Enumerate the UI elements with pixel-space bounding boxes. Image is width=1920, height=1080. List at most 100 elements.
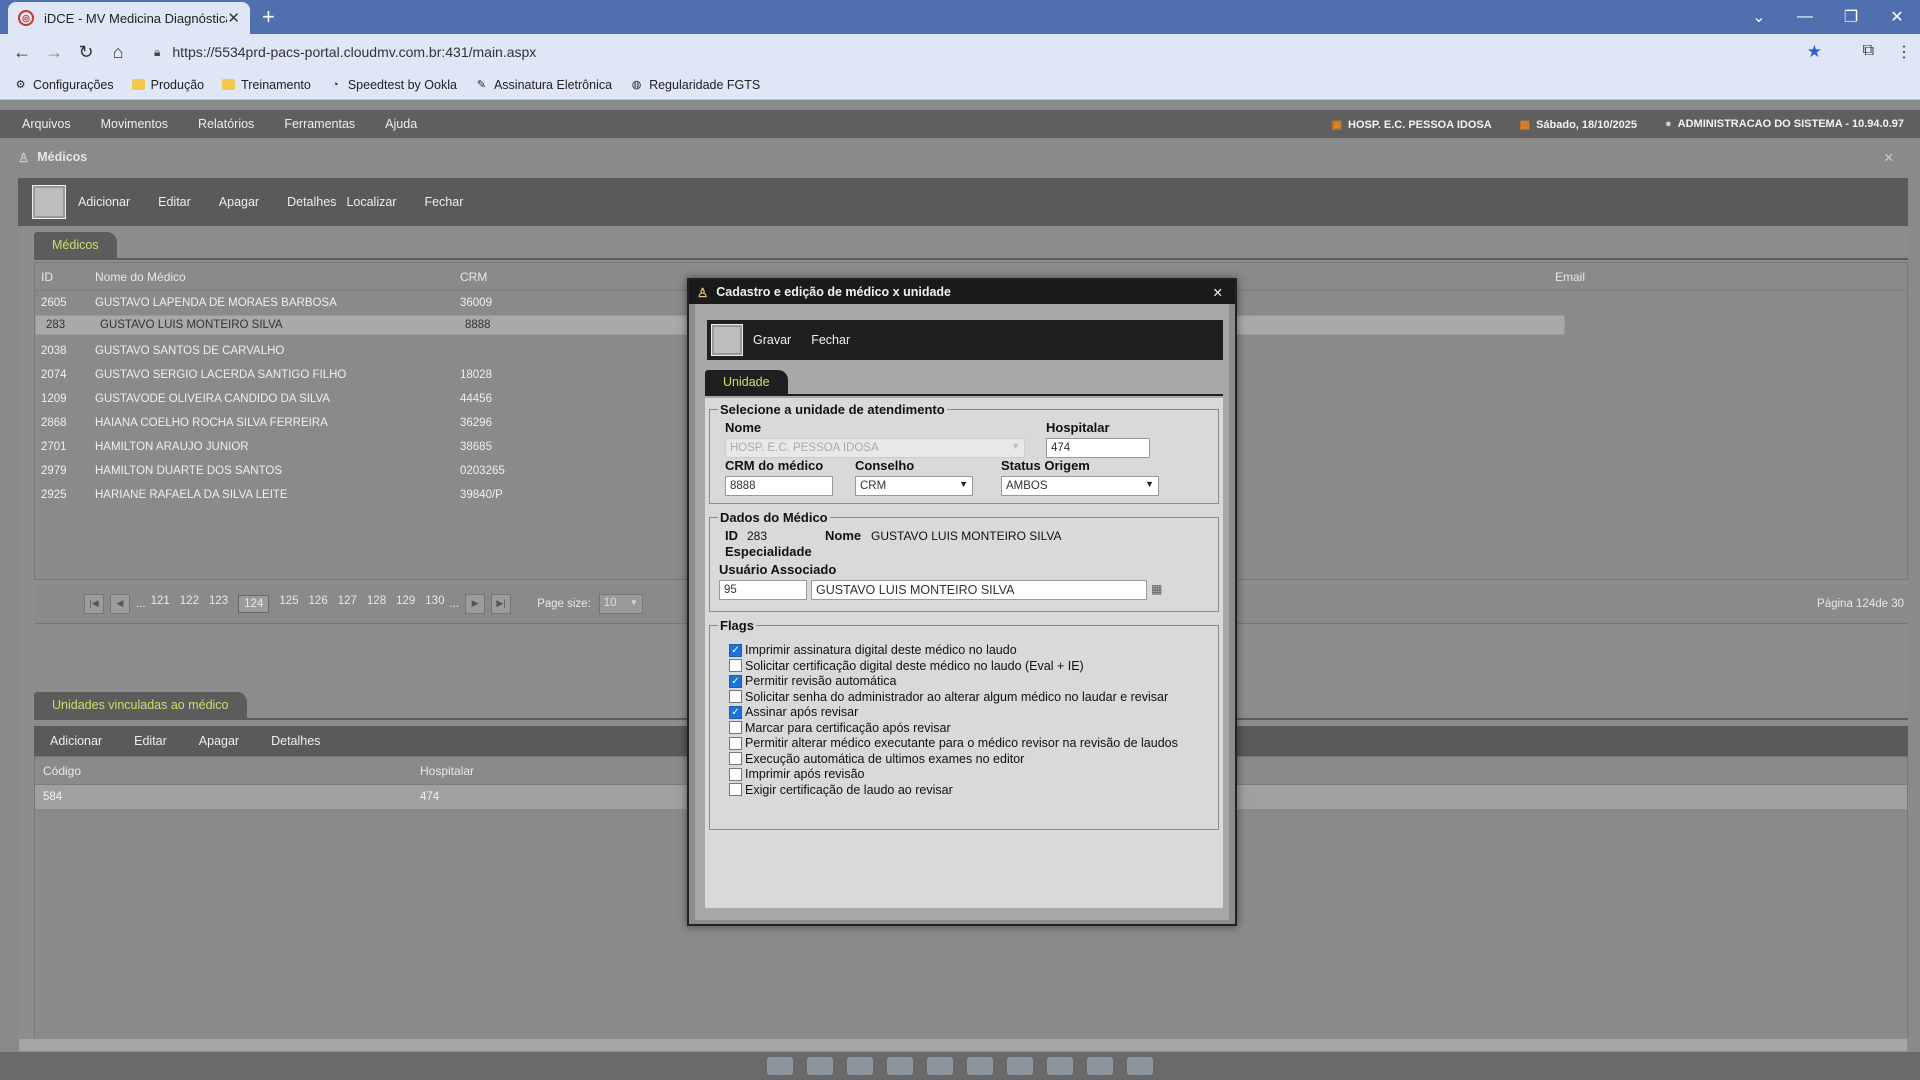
units-apagar-button[interactable]: Apagar xyxy=(199,734,239,748)
prev-page-button[interactable]: ◀ xyxy=(110,593,130,614)
units-editar-button[interactable]: Editar xyxy=(134,734,167,748)
page-link[interactable]: 121 xyxy=(151,595,170,613)
unidade-nome-select[interactable]: HOSP. E.C. PESSOA IDOSA ▼ xyxy=(725,438,1025,458)
taskbar-item[interactable] xyxy=(1007,1057,1033,1075)
tab-unidades[interactable]: Unidades vinculadas ao médico xyxy=(34,692,247,718)
bookmark-assinatura[interactable]: ✎ Assinatura Eletrônica xyxy=(475,78,612,92)
col-id[interactable]: ID xyxy=(35,270,95,284)
apagar-button[interactable]: Apagar xyxy=(219,195,259,209)
taskbar-item[interactable] xyxy=(887,1057,913,1075)
folder-icon xyxy=(222,79,236,90)
menu-movimentos[interactable]: Movimentos xyxy=(101,117,168,131)
next-page-button[interactable]: ▶ xyxy=(465,593,486,614)
flag-checkbox-row[interactable]: Exigir certificação de laudo ao revisar xyxy=(729,781,953,799)
home-icon[interactable]: ⌂ xyxy=(102,42,134,63)
taskbar-item[interactable] xyxy=(967,1057,993,1075)
checkbox[interactable] xyxy=(729,736,742,750)
checkbox[interactable] xyxy=(729,783,742,796)
status-origem-select[interactable]: AMBOS ▼ xyxy=(1001,476,1159,496)
checkbox[interactable] xyxy=(729,690,742,703)
last-page-button[interactable]: ▶| xyxy=(491,593,512,614)
menu-ajuda[interactable]: Ajuda xyxy=(385,117,417,131)
menu-ferramentas[interactable]: Ferramentas xyxy=(284,117,355,131)
page-link[interactable]: 128 xyxy=(367,595,386,613)
page-link[interactable]: 124 xyxy=(238,594,270,613)
medicos-toolbar: Adicionar Editar Apagar Detalhes Localiz… xyxy=(18,178,1908,226)
menu-arquivos[interactable]: Arquivos xyxy=(22,117,71,131)
flag-label: Exigir certificação de laudo ao revisar xyxy=(745,782,953,797)
checkbox[interactable]: ✓ xyxy=(729,643,742,657)
page-links: 121 122 123 124 125 126 127 128 129 130 xyxy=(146,594,450,613)
usuario-nome-field[interactable] xyxy=(811,580,1147,600)
taskbar-item[interactable] xyxy=(927,1057,953,1075)
first-page-button[interactable]: |◀ xyxy=(84,593,104,614)
horizontal-scrollbar[interactable] xyxy=(18,1038,1908,1052)
table-cell: 2605 xyxy=(41,297,67,309)
bookmark-configuracoes[interactable]: ⚙ Configurações xyxy=(14,78,114,92)
detalhes-button[interactable]: Detalhes xyxy=(287,195,336,209)
page-link[interactable]: 130 xyxy=(425,595,444,613)
page-link[interactable]: 127 xyxy=(338,595,357,613)
restore-icon[interactable]: ❐ xyxy=(1828,7,1874,27)
col-email[interactable]: Email xyxy=(1555,270,1907,284)
localizar-button[interactable]: Localizar xyxy=(346,195,396,209)
page-link[interactable]: 126 xyxy=(309,595,328,613)
extensions-icon[interactable]: ⧉ xyxy=(1863,42,1874,62)
crm-field[interactable] xyxy=(725,476,833,496)
conselho-select[interactable]: CRM ▼ xyxy=(855,476,973,496)
reload-icon[interactable]: ↻ xyxy=(70,42,102,63)
page-link[interactable]: 123 xyxy=(209,595,228,613)
checkbox[interactable]: ✓ xyxy=(729,705,742,719)
col-hospitalar[interactable]: Hospitalar xyxy=(420,764,474,778)
units-adicionar-button[interactable]: Adicionar xyxy=(50,734,102,748)
taskbar-item[interactable] xyxy=(767,1057,793,1075)
url-field[interactable]: 🔒︎ https://5534prd-pacs-portal.cloudmv.c… xyxy=(144,38,1834,66)
tab-unidade[interactable]: Unidade xyxy=(705,370,788,394)
browser-tab[interactable]: ◎ iDCE - MV Medicina Diagnóstica ✕ xyxy=(8,2,250,34)
tab-search-icon[interactable]: ⌄ xyxy=(1736,7,1782,27)
bookmark-producao[interactable]: Produção xyxy=(131,78,204,92)
lookup-icon[interactable]: ▦ xyxy=(1151,582,1162,596)
checkbox[interactable] xyxy=(729,721,742,734)
minimize-icon[interactable]: — xyxy=(1782,8,1828,26)
taskbar-item[interactable] xyxy=(1087,1057,1113,1075)
browser-menu-icon[interactable]: ⋮ xyxy=(1896,42,1912,62)
bookmark-treinamento[interactable]: Treinamento xyxy=(222,78,311,92)
close-tab-icon[interactable]: ✕ xyxy=(227,9,240,27)
hospitalar-field[interactable] xyxy=(1046,438,1150,458)
dialog-fechar-button[interactable]: Fechar xyxy=(811,333,850,347)
adicionar-button[interactable]: Adicionar xyxy=(78,195,130,209)
gravar-button[interactable]: Gravar xyxy=(753,333,791,347)
new-tab-icon[interactable]: + xyxy=(262,4,275,30)
forward-icon[interactable]: → xyxy=(38,42,70,63)
taskbar-item[interactable] xyxy=(1047,1057,1073,1075)
bookmark-star-icon[interactable]: ★ xyxy=(1807,42,1822,62)
page-link[interactable]: 125 xyxy=(279,595,298,613)
back-icon[interactable]: ← xyxy=(6,42,38,63)
fechar-button[interactable]: Fechar xyxy=(424,195,463,209)
checkbox[interactable]: ✓ xyxy=(729,674,742,688)
close-window-icon[interactable]: ✕ xyxy=(1874,7,1920,27)
bookmark-fgts[interactable]: ◍ Regularidade FGTS xyxy=(630,78,760,92)
checkbox[interactable] xyxy=(729,659,742,672)
menu-relatorios[interactable]: Relatórios xyxy=(198,117,254,131)
checkbox[interactable] xyxy=(729,752,742,765)
tab-medicos[interactable]: Médicos xyxy=(34,232,117,258)
taskbar-item[interactable] xyxy=(1127,1057,1153,1075)
close-window-icon[interactable]: ✕ xyxy=(1884,150,1894,165)
editar-button[interactable]: Editar xyxy=(158,195,191,209)
taskbar-item[interactable] xyxy=(807,1057,833,1075)
id-value: 283 xyxy=(747,529,768,543)
page-link[interactable]: 129 xyxy=(396,595,415,613)
bookmark-speedtest[interactable]: ◔ Speedtest by Ookla xyxy=(329,78,457,92)
col-nome[interactable]: Nome do Médico xyxy=(95,270,460,284)
dialog-close-icon[interactable]: ✕ xyxy=(1213,285,1223,300)
page-size-select[interactable]: 10 ▼ xyxy=(598,593,643,614)
usuario-id-field[interactable] xyxy=(719,580,807,600)
units-detalhes-button[interactable]: Detalhes xyxy=(271,734,320,748)
lock-icon[interactable]: 🔒︎ xyxy=(154,45,160,60)
checkbox[interactable] xyxy=(729,767,742,781)
col-codigo[interactable]: Código xyxy=(35,764,420,778)
page-link[interactable]: 122 xyxy=(180,595,199,613)
taskbar-item[interactable] xyxy=(847,1057,873,1075)
